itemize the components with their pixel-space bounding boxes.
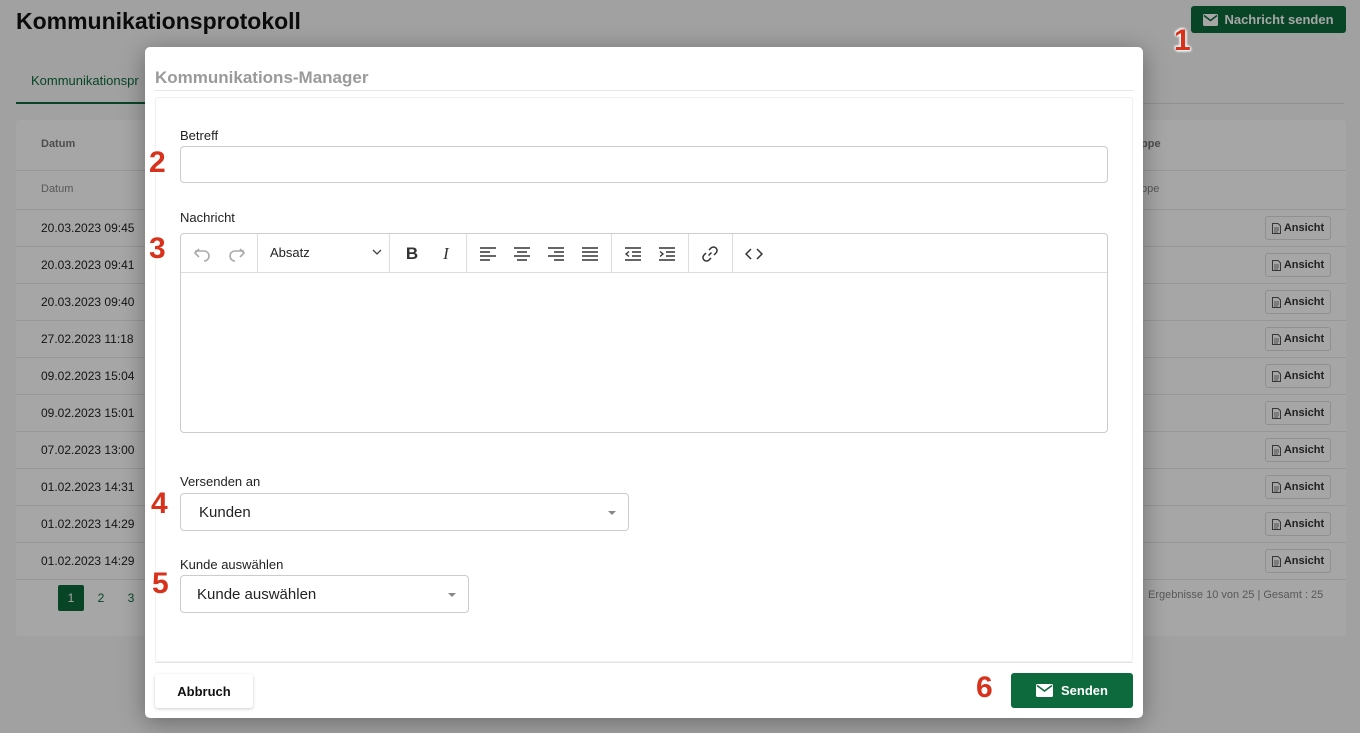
redo-icon bbox=[229, 248, 246, 262]
align-justify-button[interactable] bbox=[577, 241, 603, 267]
bold-button[interactable]: B bbox=[399, 241, 425, 267]
message-editor[interactable]: Absatz B I bbox=[180, 233, 1108, 433]
history-group bbox=[181, 234, 258, 272]
envelope-icon bbox=[1036, 684, 1054, 697]
indent-icon bbox=[659, 247, 675, 261]
source-code-button[interactable] bbox=[741, 241, 767, 267]
align-justify-icon bbox=[582, 247, 598, 261]
indent-group bbox=[612, 234, 689, 272]
undo-button[interactable] bbox=[189, 241, 215, 267]
block-format-group: Absatz bbox=[258, 234, 390, 272]
chevron-down-icon bbox=[372, 249, 382, 255]
text-style-group: B I bbox=[390, 234, 467, 272]
step-marker-6: 6 bbox=[976, 671, 993, 704]
step-marker-1: 1 bbox=[1174, 24, 1191, 57]
subject-label: Betreff bbox=[180, 128, 219, 143]
align-left-icon bbox=[480, 247, 496, 261]
editor-toolbar: Absatz B I bbox=[181, 234, 1107, 273]
italic-button[interactable]: I bbox=[433, 241, 459, 267]
redo-button[interactable] bbox=[224, 241, 250, 267]
modal-title: Kommunikations-Manager bbox=[155, 68, 369, 87]
align-center-icon bbox=[514, 247, 530, 261]
step-marker-5: 5 bbox=[152, 567, 169, 600]
dropdown-caret-icon bbox=[608, 511, 616, 515]
dropdown-caret-icon bbox=[448, 593, 456, 597]
align-right-icon bbox=[548, 247, 564, 261]
send-button-label: Senden bbox=[1061, 683, 1108, 698]
indent-button[interactable] bbox=[654, 241, 680, 267]
italic-icon: I bbox=[443, 244, 449, 263]
undo-icon bbox=[193, 248, 210, 262]
step-marker-4: 4 bbox=[151, 487, 168, 520]
outdent-button[interactable] bbox=[620, 241, 646, 267]
align-center-button[interactable] bbox=[509, 241, 535, 267]
customer-select-value: Kunde auswählen bbox=[197, 585, 317, 603]
outdent-icon bbox=[625, 247, 641, 261]
send-button[interactable]: Senden bbox=[1011, 673, 1133, 708]
paragraph-select-value: Absatz bbox=[270, 245, 310, 260]
link-button[interactable] bbox=[697, 241, 723, 267]
send-to-select[interactable]: Kunden bbox=[180, 493, 629, 531]
link-icon bbox=[702, 246, 718, 262]
message-label: Nachricht bbox=[180, 210, 235, 225]
send-to-label: Versenden an bbox=[180, 474, 261, 489]
divider bbox=[155, 662, 1133, 663]
customer-label: Kunde auswählen bbox=[180, 557, 284, 572]
cancel-button[interactable]: Abbruch bbox=[155, 674, 253, 708]
step-marker-3: 3 bbox=[149, 232, 166, 265]
step-marker-2: 2 bbox=[149, 146, 166, 179]
align-left-button[interactable] bbox=[475, 241, 501, 267]
bold-icon: B bbox=[405, 244, 419, 263]
code-icon bbox=[745, 248, 763, 260]
subject-input[interactable] bbox=[180, 146, 1108, 183]
alignment-group bbox=[467, 234, 612, 272]
communication-manager-modal: Kommunikations-Manager Betreff Nachricht… bbox=[145, 47, 1143, 718]
send-to-value: Kunden bbox=[199, 503, 251, 521]
align-right-button[interactable] bbox=[543, 241, 569, 267]
divider bbox=[155, 90, 1133, 91]
customer-select[interactable]: Kunde auswählen bbox=[180, 575, 469, 613]
link-group bbox=[689, 234, 733, 272]
paragraph-select[interactable]: Absatz bbox=[270, 245, 382, 260]
